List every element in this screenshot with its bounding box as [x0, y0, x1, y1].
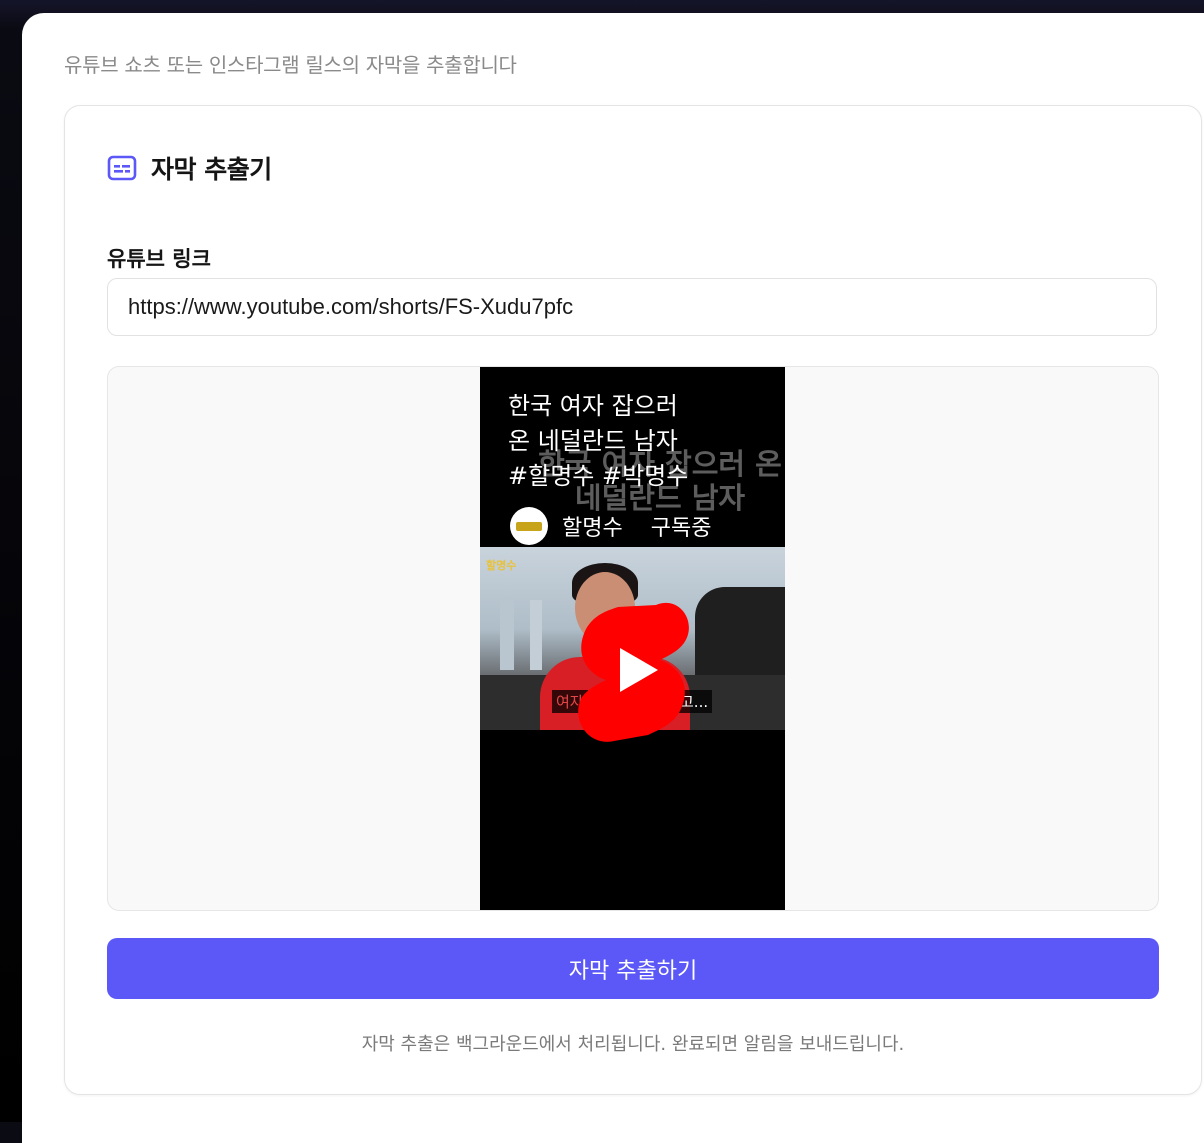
- page-description: 유튜브 쇼츠 또는 인스타그램 릴스의 자막을 추출합니다: [64, 53, 517, 77]
- youtube-link-label: 유튜브 링크: [107, 247, 211, 271]
- extract-subtitles-button[interactable]: 자막 추출하기: [107, 938, 1159, 999]
- channel-badge: 할명수: [486, 559, 517, 572]
- channel-avatar: [510, 507, 548, 545]
- video-title: 한국 여자 잡으러 온 네덜란드 남자 #할명수 #박명수: [508, 392, 689, 490]
- subscribe-status: 구독중: [650, 516, 712, 541]
- card-title: 자막 추출기: [151, 155, 272, 184]
- subtitle-extractor-card: 자막 추출기 유튜브 링크 한국 여자 잡으러 온 네덜란드 남자 한국 여자 …: [64, 105, 1202, 1095]
- video-preview: 한국 여자 잡으러 온 네덜란드 남자 한국 여자 잡으러 온 네덜란드 남자 …: [107, 366, 1159, 911]
- youtube-link-input[interactable]: [107, 278, 1157, 336]
- card-header: 자막 추출기: [107, 150, 272, 186]
- processing-notice: 자막 추출은 백그라운드에서 처리됩니다. 완료되면 알림을 보내드립니다.: [361, 1034, 905, 1055]
- youtube-shorts-play-icon[interactable]: [568, 595, 698, 745]
- subtitles-icon: [107, 155, 137, 181]
- video-channel: 할명수 구독중: [510, 507, 711, 545]
- channel-name: 할명수: [562, 516, 623, 541]
- shorts-video-player[interactable]: 한국 여자 잡으러 온 네덜란드 남자 한국 여자 잡으러 온 네덜란드 남자 …: [480, 367, 785, 910]
- page: 유튜브 쇼츠 또는 인스타그램 릴스의 자막을 추출합니다 자막 추출기 유튜브…: [22, 13, 1204, 1143]
